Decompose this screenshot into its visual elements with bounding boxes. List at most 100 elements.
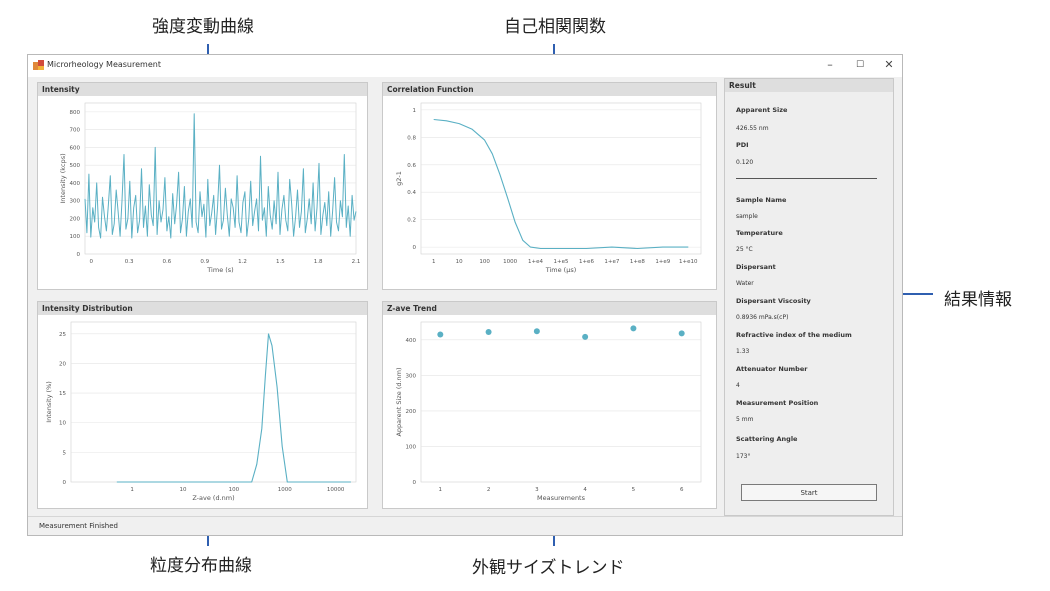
position-value: 5 mm (736, 416, 754, 423)
zave-panel-title: Z-ave Trend (383, 302, 716, 315)
distribution-panel-title: Intensity Distribution (38, 302, 367, 315)
maximize-button[interactable]: ☐ (850, 60, 870, 70)
app-window: Microrheology Measurement – ☐ ✕ Intensit… (27, 54, 903, 536)
distribution-panel: Intensity Distribution 0 5 10 15 20 25 1 10 100 1… (37, 301, 368, 509)
data-point (582, 333, 589, 340)
x-axis-label: Measurements (537, 494, 586, 502)
annotation-results-info: 結果情報 (944, 290, 1012, 310)
close-button[interactable]: ✕ (879, 58, 899, 71)
y-tick-label: 0.6 (407, 163, 416, 169)
window-title: Microrheology Measurement (47, 60, 161, 69)
temperature-value: 25 °C (736, 246, 753, 253)
y-tick-label: 1 (413, 108, 417, 114)
y-tick-label: 300 (406, 373, 417, 379)
zave-chart: 0 100 200 300 400 1 2 3 4 5 6 Measurements Apparent … (395, 321, 702, 502)
y-tick-label: 0 (77, 252, 81, 258)
data-point (630, 325, 637, 332)
plot-area (84, 102, 357, 255)
y-tick-label: 800 (70, 110, 81, 116)
data-point (437, 331, 444, 338)
x-axis-label: Time (s) (206, 266, 233, 274)
status-bar: Measurement Finished (28, 516, 902, 535)
plot-area (420, 321, 702, 483)
result-panel-title: Result (725, 79, 893, 92)
x-tick-label: 4 (583, 487, 587, 493)
x-tick-label: 1+e8 (630, 259, 645, 265)
x-axis-label: Z-ave (d.nm) (192, 494, 234, 502)
x-tick-label: 1.2 (238, 259, 247, 265)
start-button[interactable]: Start (741, 484, 877, 501)
x-tick-label: 1+e9 (655, 259, 670, 265)
x-tick-label: 0.3 (125, 259, 134, 265)
y-tick-label: 600 (70, 145, 81, 151)
zave-panel: Z-ave Trend 0 100 200 300 400 1 2 3 4 5 6 Measureme… (382, 301, 717, 509)
y-axis-label: Intensity (kcps) (59, 153, 67, 203)
attenuator-label: Attenuator Number (736, 365, 808, 373)
distribution-chart: 0 5 10 15 20 25 1 10 100 1000 10000 Z-ave (d.nm) Int… (45, 321, 357, 502)
plot-area (70, 321, 357, 483)
data-point (678, 330, 685, 337)
x-tick-label: 100 (229, 487, 240, 493)
x-tick-label: 100 (479, 259, 490, 265)
dispersant-label: Dispersant (736, 263, 776, 271)
y-tick-label: 500 (70, 163, 81, 169)
x-tick-label: 1+e10 (679, 259, 698, 265)
data-point (485, 328, 492, 335)
x-tick-label: 0 (90, 259, 94, 265)
correlation-panel-title: Correlation Function (383, 83, 716, 96)
annotation-size-trend: 外観サイズトレンド (472, 558, 625, 578)
y-tick-label: 400 (406, 338, 417, 344)
viscosity-label: Dispersant Viscosity (736, 297, 811, 305)
scattering-angle-value: 173° (736, 453, 751, 460)
y-tick-label: 0.4 (407, 190, 416, 196)
y-tick-label: 0.8 (407, 135, 416, 141)
attenuator-value: 4 (736, 382, 740, 389)
y-tick-label: 700 (70, 128, 81, 134)
x-tick-label: 10000 (327, 487, 345, 493)
y-axis-label: Intensity (%) (45, 381, 53, 423)
annotation-autocorrelation: 自己相関関数 (504, 17, 606, 37)
minimize-button[interactable]: – (820, 58, 840, 71)
apparent-size-label: Apparent Size (736, 106, 788, 114)
intensity-chart: 0 100 200 300 400 500 600 700 800 0 0.3 0.6 0.9 1.2 1.… (59, 102, 361, 274)
x-tick-label: 1+e5 (554, 259, 569, 265)
y-tick-label: 200 (70, 216, 81, 222)
sample-name-label: Sample Name (736, 196, 787, 204)
title-bar[interactable]: Microrheology Measurement – ☐ ✕ (28, 55, 902, 77)
x-tick-label: 1.8 (314, 259, 323, 265)
x-tick-label: 1000 (278, 487, 292, 493)
y-tick-label: 400 (70, 181, 81, 187)
y-tick-label: 200 (406, 409, 417, 415)
result-panel: Result Apparent Size 426.55 nm PDI 0.120… (724, 78, 894, 516)
x-tick-label: 1+e6 (579, 259, 594, 265)
pdi-value: 0.120 (736, 159, 754, 166)
intensity-panel-title: Intensity (38, 83, 367, 96)
x-tick-label: 5 (632, 487, 636, 493)
correlation-chart: 0 0.2 0.4 0.6 0.8 1 1 10 100 1000 1+e4 1+e5 1+e6 1+e7… (395, 102, 702, 274)
y-tick-label: 25 (59, 332, 66, 338)
app-icon (33, 60, 44, 70)
y-tick-label: 100 (70, 234, 81, 240)
x-tick-label: 1 (439, 487, 443, 493)
annotation-size-distribution: 粒度分布曲線 (150, 556, 252, 576)
pdi-label: PDI (736, 141, 749, 149)
y-tick-label: 100 (406, 444, 417, 450)
y-tick-label: 300 (70, 199, 81, 205)
temperature-label: Temperature (736, 229, 783, 237)
sample-name-value: sample (736, 213, 758, 220)
x-tick-label: 1+e4 (528, 259, 543, 265)
scattering-angle-label: Scattering Angle (736, 435, 798, 443)
x-tick-label: 1000 (503, 259, 517, 265)
y-tick-label: 20 (59, 361, 66, 367)
correlation-panel: Correlation Function 0 0.2 0.4 0.6 0.8 1 1 10 10… (382, 82, 717, 290)
position-label: Measurement Position (736, 399, 819, 407)
y-tick-label: 10 (59, 421, 66, 427)
x-tick-label: 1 (432, 259, 436, 265)
x-tick-label: 0.6 (163, 259, 172, 265)
y-tick-label: 5 (63, 450, 67, 456)
x-tick-label: 2.1 (352, 259, 361, 265)
x-tick-label: 3 (535, 487, 539, 493)
x-tick-label: 6 (680, 487, 684, 493)
data-point (533, 328, 540, 335)
refractive-index-label: Refractive index of the medium (736, 331, 852, 339)
